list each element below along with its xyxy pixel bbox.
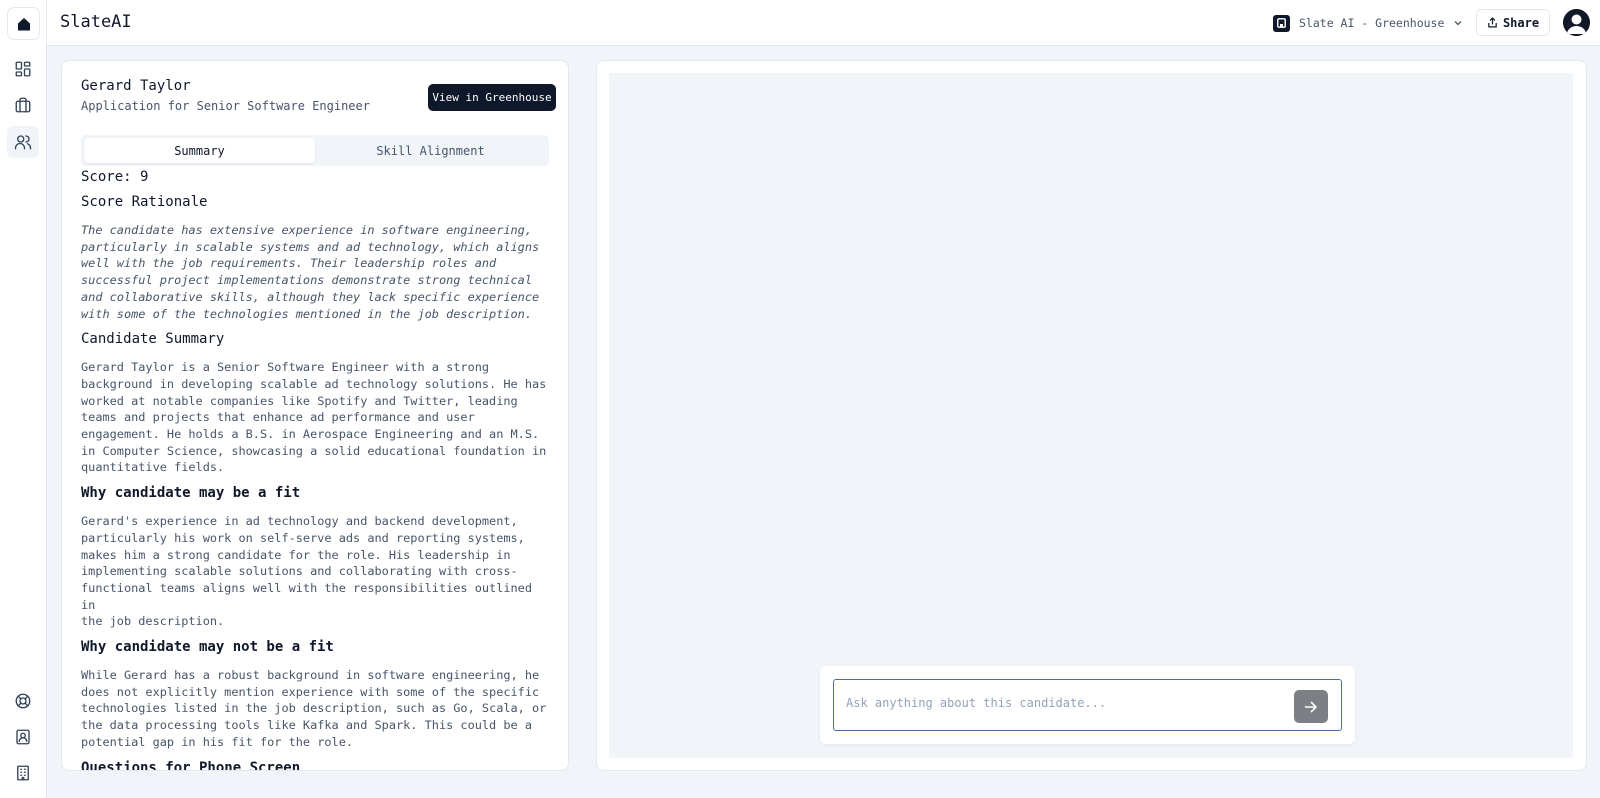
questions-heading: Questions for Phone Screen <box>81 759 301 771</box>
nav-candidates[interactable] <box>7 126 39 158</box>
rationale-text: The candidate has extensive experience i… <box>81 223 540 321</box>
candidate-name: Gerard Taylor <box>81 78 191 94</box>
contact-icon <box>16 729 30 745</box>
nav-company[interactable] <box>7 757 39 789</box>
nofit-heading: Why candidate may not be a fit <box>81 639 334 656</box>
briefcase-icon <box>15 97 31 113</box>
workspace-name: Slate AI - Greenhouse <box>1299 16 1445 30</box>
home-logo-button[interactable] <box>7 7 40 40</box>
summary-text: Gerard Taylor is a Senior Software Engin… <box>81 360 547 475</box>
nav-contacts[interactable] <box>7 721 39 753</box>
topbar: SlateAI Slate AI - Greenhouse Share <box>47 0 1600 46</box>
avatar[interactable] <box>1563 9 1590 36</box>
send-button[interactable] <box>1294 690 1328 723</box>
share-icon <box>1488 17 1497 28</box>
tab-bar: Summary Skill Alignment <box>81 135 549 166</box>
workspace-switcher[interactable]: Slate AI - Greenhouse <box>1273 11 1463 35</box>
sidebar <box>0 0 47 798</box>
fit-heading: Why candidate may be a fit <box>81 485 301 502</box>
workspace-logo-icon <box>1273 14 1290 32</box>
summary-content: Score: 9 Score Rationale The candidate h… <box>81 169 551 771</box>
nav-help[interactable] <box>7 685 39 717</box>
share-label: Share <box>1502 15 1540 30</box>
chevron-down-icon <box>1454 21 1462 26</box>
building-icon <box>17 765 29 781</box>
fit-text: Gerard's experience in ad technology and… <box>81 514 533 629</box>
ask-box[interactable] <box>833 679 1342 731</box>
users-icon <box>14 135 32 150</box>
tab-skill-alignment[interactable]: Skill Alignment <box>315 138 546 163</box>
view-in-greenhouse-button[interactable]: View in Greenhouse <box>428 84 556 111</box>
nav-jobs[interactable] <box>7 89 39 121</box>
tab-summary[interactable]: Summary <box>84 138 315 163</box>
help-icon <box>15 693 31 709</box>
share-button[interactable]: Share <box>1476 9 1550 36</box>
score: Score: 9 <box>81 169 149 185</box>
rationale-heading: Score Rationale <box>81 194 208 210</box>
nofit-text: While Gerard has a robust background in … <box>81 668 547 749</box>
application-title: Application for Senior Software Engineer <box>81 99 370 113</box>
user-avatar-icon <box>1563 9 1590 36</box>
ask-input[interactable] <box>846 696 1276 710</box>
chat-canvas <box>609 73 1573 758</box>
app-title: SlateAI <box>60 12 132 32</box>
summary-heading: Candidate Summary <box>81 331 225 348</box>
home-icon <box>17 17 30 30</box>
ask-card <box>820 666 1355 744</box>
candidate-panel: Gerard Taylor Application for Senior Sof… <box>61 60 569 771</box>
nav-dashboard[interactable] <box>7 53 39 85</box>
chat-panel <box>596 60 1587 771</box>
arrow-right-icon <box>1304 701 1317 712</box>
dashboard-icon <box>15 61 31 77</box>
